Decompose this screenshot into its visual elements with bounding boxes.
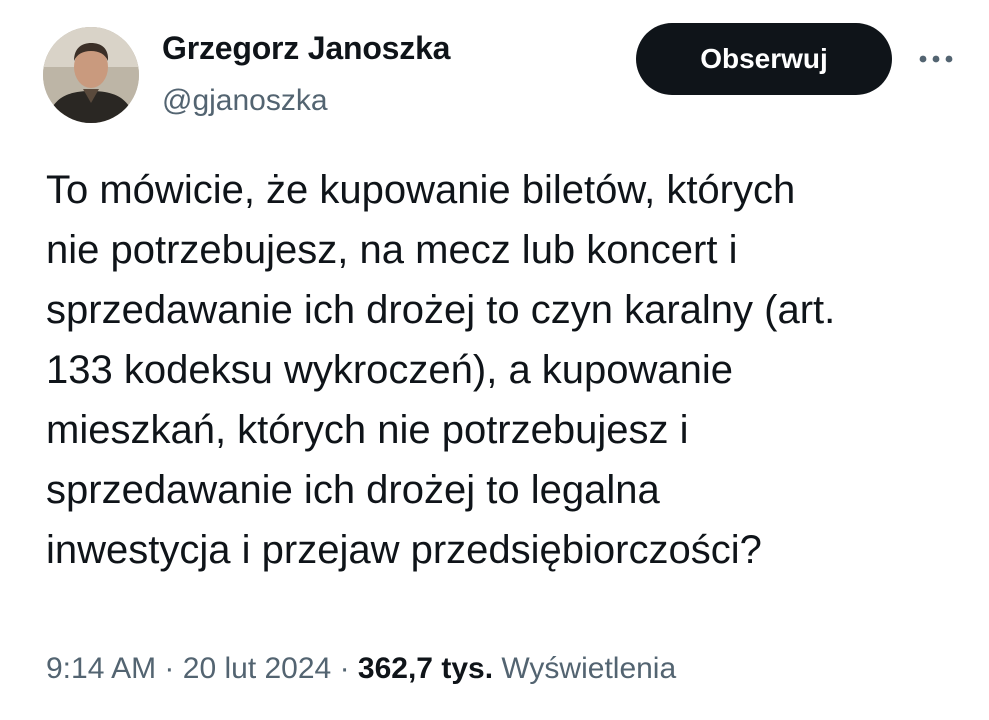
tweet-text: To mówicie, że kupowanie biletów, któryc… xyxy=(46,160,966,580)
avatar[interactable] xyxy=(43,27,139,123)
meta-separator: · xyxy=(164,652,175,685)
tweet-time[interactable]: 9:14 AM xyxy=(46,652,156,685)
author-name[interactable]: Grzegorz Janoszka xyxy=(162,30,450,67)
tweet-date[interactable]: 20 lut 2024 xyxy=(183,652,331,685)
tweet-text-line: sprzedawanie ich drożej to legalna xyxy=(46,468,660,512)
more-horizontal-icon xyxy=(919,55,953,63)
meta-separator: · xyxy=(339,652,350,685)
tweet-meta: 9:14 AM · 20 lut 2024 · 362,7 tys. Wyświ… xyxy=(46,652,676,686)
more-options-button[interactable] xyxy=(912,44,960,74)
author-handle[interactable]: @gjanoszka xyxy=(162,84,328,118)
avatar-photo xyxy=(43,27,139,123)
tweet-text-line: inwestycja i przejaw przedsiębiorczości? xyxy=(46,528,762,572)
follow-button[interactable]: Obserwuj xyxy=(636,23,892,95)
tweet-card: Grzegorz Janoszka @gjanoszka Obserwuj To… xyxy=(0,0,989,720)
views-count: 362,7 tys. xyxy=(357,652,494,685)
tweet-text-line: mieszkań, których nie potrzebujesz i xyxy=(46,408,689,452)
views-label: Wyświetlenia xyxy=(501,652,677,685)
tweet-text-line: To mówicie, że kupowanie biletów, któryc… xyxy=(46,168,796,212)
tweet-text-line: sprzedawanie ich drożej to czyn karalny … xyxy=(46,288,836,332)
tweet-text-line: 133 kodeksu wykroczeń), a kupowanie xyxy=(46,348,734,392)
tweet-text-line: nie potrzebujesz, na mecz lub koncert i xyxy=(46,228,738,272)
